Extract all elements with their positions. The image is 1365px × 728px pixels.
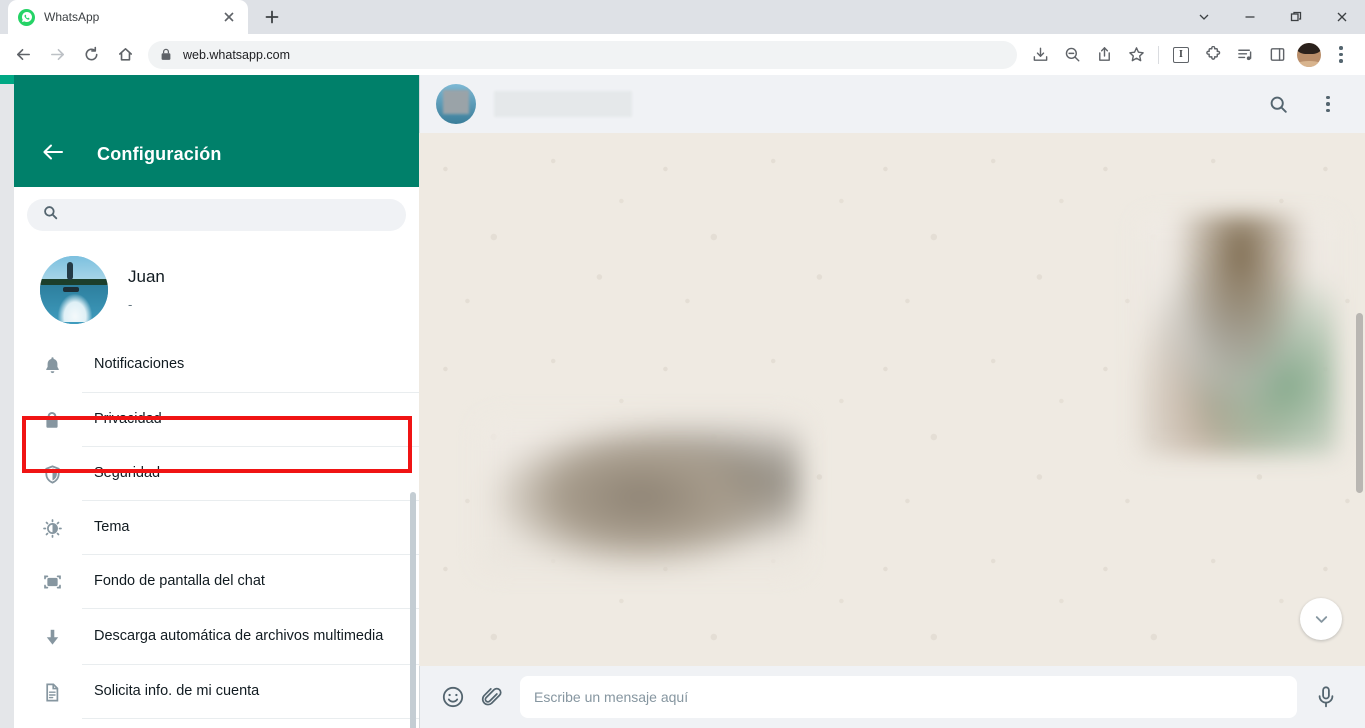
contact-avatar[interactable] <box>436 84 476 124</box>
wallpaper-image-icon <box>40 570 64 594</box>
browser-tab-strip: WhatsApp <box>0 0 1365 34</box>
lock-icon <box>160 48 172 61</box>
avatar-hair <box>1297 42 1321 55</box>
menu-dots <box>1326 95 1330 113</box>
zoom-out-icon[interactable] <box>1058 41 1086 69</box>
back-arrow-icon[interactable] <box>8 40 38 70</box>
message-composer <box>419 666 1365 728</box>
lock-icon <box>40 408 64 432</box>
avatar-board <box>63 287 80 292</box>
sidebar-item-privacidad[interactable]: Privacidad <box>14 393 419 447</box>
settings-search-input[interactable] <box>72 207 390 223</box>
maximize-icon[interactable] <box>1273 0 1319 34</box>
settings-list: Juan - Notificaciones Privacidad Segurid… <box>14 242 419 728</box>
home-icon[interactable] <box>110 40 140 70</box>
profile-name: Juan <box>128 267 165 286</box>
settings-search-box[interactable] <box>27 199 406 231</box>
bell-icon <box>40 353 64 377</box>
browser-toolbar: web.whatsapp.com I <box>0 34 1365 75</box>
minimize-icon[interactable] <box>1227 0 1273 34</box>
document-icon <box>40 680 64 704</box>
close-window-icon[interactable] <box>1319 0 1365 34</box>
profile-row[interactable]: Juan - <box>14 242 419 337</box>
window-controls <box>1181 0 1365 34</box>
extensions-puzzle-icon[interactable] <box>1199 41 1227 69</box>
reader-glyph: I <box>1173 46 1189 63</box>
browser-tab-whatsapp[interactable]: WhatsApp <box>8 0 248 34</box>
sidebar-item-label: Descarga automática de archivos multimed… <box>94 628 384 645</box>
download-arrow-icon <box>40 625 64 649</box>
settings-panel: Configuración Juan - Notificaciones Priv… <box>14 75 419 728</box>
settings-scrollbar-thumb[interactable] <box>410 492 416 728</box>
chat-scrollbar[interactable] <box>1356 133 1363 666</box>
back-arrow-icon[interactable] <box>40 139 66 165</box>
avatar-shoulders <box>1297 61 1321 67</box>
sidebar-item-tema[interactable]: Tema <box>14 501 419 555</box>
sidebar-item-label: Solicita info. de mi cuenta <box>94 683 260 700</box>
chevron-down-icon <box>1315 615 1327 623</box>
avatar-shoreline <box>40 278 108 286</box>
search-icon <box>43 205 58 225</box>
avatar-spray <box>57 293 92 323</box>
shield-icon <box>40 462 64 486</box>
emoji-smiley-icon[interactable] <box>434 678 472 716</box>
sidebar-item-label: Seguridad <box>94 465 161 482</box>
avatar[interactable] <box>40 255 108 324</box>
chat-header <box>419 75 1365 133</box>
divider <box>82 718 419 719</box>
menu-dots <box>1339 46 1343 63</box>
forward-arrow-icon[interactable] <box>42 40 72 70</box>
avatar-sky <box>40 255 108 282</box>
bookmark-star-icon[interactable] <box>1122 41 1150 69</box>
side-panel-icon[interactable] <box>1263 41 1291 69</box>
install-app-icon[interactable] <box>1026 41 1054 69</box>
sidebar-item-label: Tema <box>94 519 130 536</box>
profile-status: - <box>128 297 133 312</box>
close-icon[interactable] <box>220 8 238 26</box>
menu-dots-icon[interactable] <box>1311 87 1345 121</box>
media-playlist-icon[interactable] <box>1231 41 1259 69</box>
sidebar-item-label: Notificaciones <box>94 356 185 373</box>
chat-message-list[interactable] <box>419 133 1365 666</box>
message-bubble-incoming-blurred[interactable] <box>481 419 801 569</box>
settings-header: Configuración <box>14 75 419 187</box>
theme-contrast-icon <box>40 516 64 540</box>
browser-tab-title: WhatsApp <box>44 10 100 24</box>
message-bubble-outgoing-blurred[interactable] <box>1137 215 1337 455</box>
message-input[interactable] <box>534 689 1283 705</box>
avatar-blur-mask <box>443 89 469 115</box>
reload-icon[interactable] <box>76 40 106 70</box>
message-input-wrapper[interactable] <box>520 676 1297 718</box>
sidebar-item-seguridad[interactable]: Seguridad <box>14 447 419 501</box>
tab-search-chevron-down-icon[interactable] <box>1181 0 1227 34</box>
sidebar-item-fondo-de-pantalla[interactable]: Fondo de pantalla del chat <box>14 555 419 609</box>
paperclip-icon[interactable] <box>472 678 510 716</box>
microphone-icon[interactable] <box>1307 678 1345 716</box>
avatar-rider <box>67 262 73 280</box>
scroll-to-bottom-button[interactable] <box>1300 598 1342 640</box>
sidebar-item-solicita-info[interactable]: Solicita info. de mi cuenta <box>14 665 419 719</box>
profile-avatar[interactable] <box>1297 42 1321 67</box>
new-tab-button[interactable] <box>258 3 286 31</box>
sidebar-item-label: Privacidad <box>94 411 162 428</box>
profile-text: Juan - <box>128 267 165 312</box>
sidebar-item-label: Fondo de pantalla del chat <box>94 573 265 590</box>
page-title: Configuración <box>97 144 222 164</box>
chat-scrollbar-thumb[interactable] <box>1356 313 1363 493</box>
whatsapp-app: Configuración Juan - Notificaciones Priv… <box>0 75 1365 728</box>
address-bar-url: web.whatsapp.com <box>183 47 291 62</box>
share-icon[interactable] <box>1090 41 1118 69</box>
reader-mode-icon[interactable]: I <box>1167 41 1195 69</box>
search-icon[interactable] <box>1261 87 1295 121</box>
settings-search-wrapper <box>14 187 419 242</box>
toolbar-separator <box>1158 45 1159 64</box>
whatsapp-icon <box>18 8 35 26</box>
sidebar-item-descarga-automatica[interactable]: Descarga automática de archivos multimed… <box>14 609 419 665</box>
settings-scrollbar[interactable] <box>410 242 416 728</box>
chat-area <box>419 75 1365 728</box>
address-bar[interactable]: web.whatsapp.com <box>148 40 1017 69</box>
chrome-menu-icon[interactable] <box>1327 41 1355 69</box>
sidebar-item-notificaciones[interactable]: Notificaciones <box>14 337 419 393</box>
contact-name-redacted <box>494 91 632 117</box>
